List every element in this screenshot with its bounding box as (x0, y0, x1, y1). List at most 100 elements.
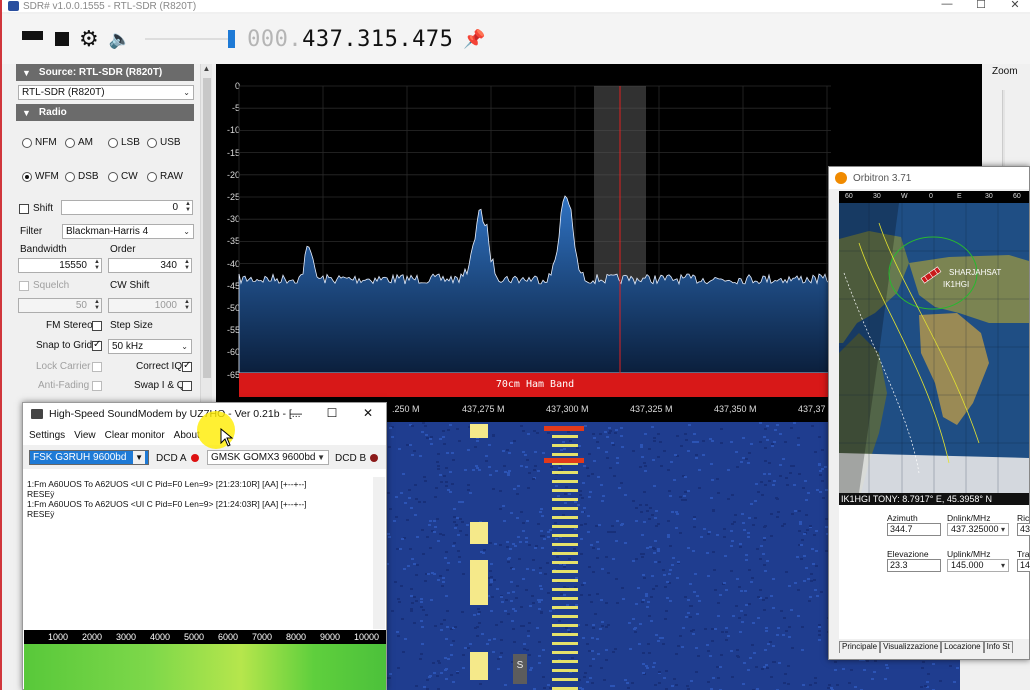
minimize-button[interactable]: — (930, 0, 964, 11)
shift-input[interactable]: 0 ▲ ▼ (61, 200, 193, 215)
close-button[interactable]: ✕ (350, 406, 386, 420)
swapiq-checkbox[interactable] (182, 381, 192, 391)
longitude-tick: 30 (985, 193, 993, 200)
speaker-icon[interactable]: 🔈 (109, 29, 131, 50)
audio-axis-tick: 4000 (150, 632, 171, 642)
volume-slider-knob[interactable] (228, 30, 236, 48)
stop-icon[interactable] (55, 32, 69, 46)
scroll-up-icon[interactable]: ▲ (201, 64, 212, 73)
satellite-label: SHARJAHSAT (949, 268, 1001, 277)
longitude-tick: W (901, 193, 908, 200)
mode-radio-cw[interactable]: CW (108, 171, 138, 182)
close-button[interactable]: ✕ (998, 0, 1030, 11)
shift-checkbox[interactable] (19, 204, 29, 214)
step-size-select[interactable]: 50 kHz ⌄ (108, 339, 192, 354)
audio-axis-tick: 6000 (218, 632, 239, 642)
mode-radio-wfm[interactable]: WFM (22, 171, 59, 182)
lockcarrier-checkbox[interactable] (92, 362, 102, 372)
tab-info-st[interactable]: Info St (983, 641, 1013, 653)
x-axis-tick: 437,300 M (546, 404, 589, 414)
swapiq-label: Swap I & Q (134, 380, 185, 391)
left-panel-scrollbar[interactable]: ▲ (200, 64, 212, 404)
tab-locazione[interactable]: Locazione (941, 641, 984, 653)
radio-button[interactable] (108, 171, 118, 182)
world-map[interactable]: SHARJAHSAT IK1HGI (839, 203, 1029, 493)
scrollbar-thumb[interactable] (203, 78, 211, 378)
uplink-select[interactable]: 145.000 ▾ (947, 559, 1009, 572)
minimize-button[interactable]: — (278, 406, 314, 420)
audio-axis-tick: 7000 (252, 632, 273, 642)
tra-value: 14 (1017, 559, 1030, 572)
chevron-down-icon: ▾ (1000, 525, 1005, 534)
mode-radio-am[interactable]: AM (65, 137, 93, 148)
tra-label: Tra (1017, 549, 1030, 559)
orbitron-info-panel: Azimuth 344.7 Dnlink/MHz 437.325000 ▾ Ric… (839, 505, 1030, 639)
filter-select[interactable]: Blackman-Harris 4 ⌄ (62, 224, 194, 239)
audio-axis-tick: 2000 (82, 632, 103, 642)
menu-clear-monitor[interactable]: Clear monitor (105, 430, 165, 441)
squelch-input[interactable]: 50 ▲ ▼ (18, 298, 102, 313)
cwshift-input[interactable]: 1000 ▲ ▼ (108, 298, 192, 313)
source-device-select[interactable]: RTL-SDR (R820T) ⌄ (18, 85, 194, 100)
dnlink-label: Dnlink/MHz (947, 513, 991, 523)
tab-visualizzazione[interactable]: Visualizzazione (880, 641, 942, 653)
menu-about[interactable]: About (174, 430, 200, 441)
audio-waterfall[interactable] (24, 644, 386, 690)
monitor-log[interactable]: 1:Fm A60UOS To A62UOS <UI C Pid=F0 Len=9… (24, 477, 374, 629)
monitor-scrollbar[interactable] (373, 477, 385, 629)
tab-principale[interactable]: Principale (839, 641, 881, 653)
radio-button[interactable] (147, 137, 157, 148)
radio-button[interactable] (108, 137, 118, 148)
snap-label: Snap to Grid (36, 340, 93, 351)
maximize-button[interactable]: ☐ (314, 406, 350, 420)
radio-button[interactable] (65, 171, 75, 182)
menu-settings[interactable]: Settings (29, 430, 65, 441)
longitude-tick: E (957, 193, 962, 200)
orbitron-tabs: Principale Visualizzazione Locazione Inf… (839, 641, 1029, 653)
elevation-value: 23.3 (887, 559, 941, 572)
pin-icon[interactable]: 📌 (463, 29, 485, 50)
uplink-label: Uplink/MHz (947, 549, 991, 559)
maximize-button[interactable]: ☐ (964, 0, 998, 11)
radio-button[interactable] (22, 137, 32, 148)
snap-checkbox[interactable] (92, 339, 102, 351)
frequency-value[interactable]: 437.315.475 (302, 27, 453, 52)
mode-radio-usb[interactable]: USB (147, 137, 181, 148)
menu-view[interactable]: View (74, 430, 96, 441)
volume-slider[interactable] (145, 30, 236, 48)
frequency-display[interactable]: 000.437.315.475 (247, 27, 453, 52)
source-header[interactable]: ▼ Source: RTL-SDR (R820T) (16, 64, 194, 81)
squelch-checkbox[interactable] (19, 281, 29, 291)
order-input[interactable]: 340 ▲ ▼ (108, 258, 192, 273)
orbitron-title-bar: Orbitron 3.71 (829, 167, 1029, 189)
modem-b-select[interactable]: GMSK GOMX3 9600bd ▼ (207, 450, 329, 465)
correctiq-checkbox[interactable] (182, 360, 192, 372)
modem-app-icon (31, 409, 43, 419)
x-axis-tick: 437,37 (798, 404, 826, 414)
fmstereo-checkbox[interactable] (92, 321, 102, 331)
bandwidth-input[interactable]: 15550 ▲ ▼ (18, 258, 102, 273)
azimuth-value: 344.7 (887, 523, 941, 536)
mode-label: USB (160, 137, 181, 148)
antifading-label: Anti-Fading (38, 380, 90, 391)
x-axis-tick: 437,275 M (462, 404, 505, 414)
modem-a-select[interactable]: FSK G3RUH 9600bd ▼ (29, 450, 149, 465)
waterfall-scroll-handle[interactable]: S (513, 654, 527, 684)
dnlink-select[interactable]: 437.325000 ▾ (947, 523, 1009, 536)
mode-radio-raw[interactable]: RAW (147, 171, 183, 182)
chevron-down-icon: ▼ (133, 451, 145, 464)
mode-radio-nfm[interactable]: NFM (22, 137, 57, 148)
sdrsharp-app-icon (8, 1, 19, 11)
zoom-label: Zoom (992, 66, 1018, 77)
audio-axis-tick: 10000 (354, 632, 380, 642)
radio-header[interactable]: ▼ Radio (16, 104, 194, 121)
mode-radio-lsb[interactable]: LSB (108, 137, 140, 148)
radio-button[interactable] (147, 171, 157, 182)
gear-icon[interactable]: ⚙ (79, 28, 99, 50)
antifading-checkbox[interactable] (92, 381, 102, 391)
radio-button[interactable] (22, 171, 32, 182)
dcd-a-led (191, 454, 199, 462)
radio-button[interactable] (65, 137, 75, 148)
mode-radio-dsb[interactable]: DSB (65, 171, 99, 182)
menu-icon[interactable] (22, 31, 43, 47)
